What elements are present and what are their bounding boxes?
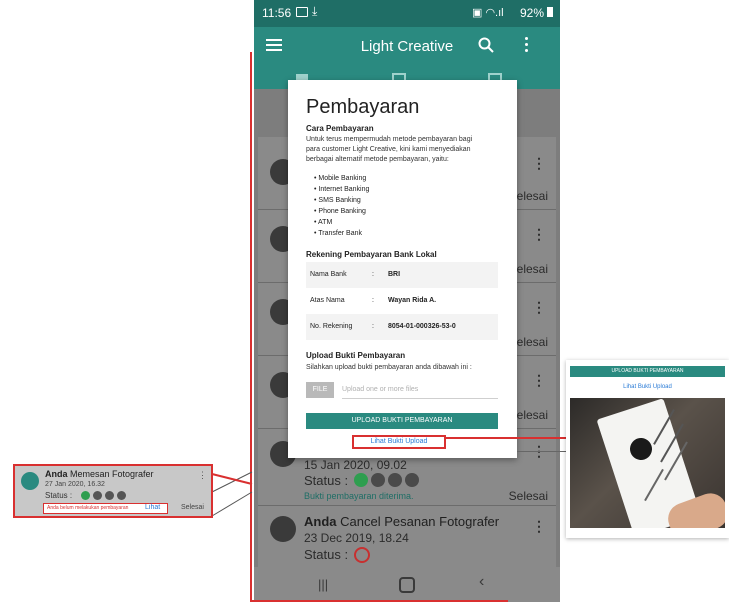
status-step-icon [93,491,102,500]
order-date: 15 Jan 2020, 09.02 [304,458,407,472]
app-title: Light Creative [360,38,454,55]
status-step-icon [371,473,385,487]
method-item: • Phone Banking [314,208,366,215]
recent-apps-icon[interactable]: ||| [318,577,328,592]
upload-button[interactable]: UPLOAD BUKTI PEMBAYARAN [306,413,498,429]
method-item: • Mobile Banking [314,175,367,182]
dialog-title: Pembayaran [306,96,420,118]
upload-button[interactable]: UPLOAD BUKTI PEMBAYARAN [570,366,725,377]
more-vert-icon[interactable]: ⋮ [532,372,546,389]
avatar [270,516,296,542]
system-nav-bar: ||| ‹ [254,567,560,602]
file-button[interactable]: FILE [306,382,334,398]
bank-row-label: No. Rekening [310,323,353,330]
method-item: • Internet Banking [314,186,370,193]
view-upload-link[interactable]: Lihat Bukti Upload [570,384,725,390]
order-actor: Anda [45,469,68,479]
cancel-status-icon [354,547,370,563]
highlight-line [250,600,508,602]
status-text: Selesai [508,489,548,503]
wifi-signal-icon: ▣ ◠.ıl [472,7,504,19]
zoomed-order-card: Anda Memesan Fotografer 27 Jan 2020, 16.… [13,464,213,518]
search-icon[interactable] [478,37,494,53]
bank-account-heading: Rekening Pembayaran Bank Lokal [306,250,437,259]
order-date: 27 Jan 2020, 16.32 [45,481,105,488]
bank-row: No. Rekening : 8054-01-000326-53-0 [306,314,498,340]
connector-lines [211,471,253,517]
more-vert-icon[interactable]: ⋮ [198,470,207,481]
intro-text: para customer Light Creative, kini kami … [306,146,471,153]
order-title: Anda Memesan Fotografer [45,469,154,479]
payment-warning: Anda belum melakukan pembayaran [47,505,129,511]
home-icon[interactable] [399,577,415,593]
bank-row: Nama Bank : BRI [306,262,498,288]
upload-heading: Upload Bukti Pembayaran [306,351,406,360]
back-icon[interactable]: ‹ [479,573,484,591]
more-vert-icon[interactable]: ⋮ [532,226,546,243]
highlight-line [446,437,566,439]
receipt-photo [570,398,725,528]
status-text: Selesai [181,504,204,511]
order-action: Memesan Fotografer [70,469,154,479]
bank-row-separator: : [372,323,374,330]
file-input[interactable]: Upload one or more files [342,386,498,399]
bank-row: Atas Nama : Wayan Rida A. [306,288,498,314]
avatar [21,472,39,490]
battery-level: 92% [520,6,545,20]
status-step-icon [354,473,368,487]
bank-row-label: Atas Nama [310,297,345,304]
view-link[interactable]: Lihat [145,504,160,511]
order-title: Anda Cancel Pesanan Fotografer [304,514,499,529]
status-step-icon [81,491,90,500]
method-item: • ATM [314,219,333,226]
gallery-notification-icon [296,7,308,17]
status-label: Status : [304,473,349,488]
connector-line [517,451,567,452]
order-date: 23 Dec 2019, 18.24 [304,531,409,545]
bank-row-separator: : [372,297,374,304]
more-vert-icon[interactable]: ⋮ [532,155,546,172]
method-item: • Transfer Bank [314,230,362,237]
status-time: 11:56 [262,6,292,20]
zoomed-upload-preview: UPLOAD BUKTI PEMBAYARAN Lihat Bukti Uplo… [566,360,729,538]
bank-row-label: Nama Bank [310,271,347,278]
intro-text: berbagai alternatif metode pembayaran, y… [306,156,449,163]
status-label: Status : [304,547,349,562]
list-item[interactable]: ⋮ Anda Cancel Pesanan Fotografer 23 Dec … [258,506,556,567]
status-label: Status : [45,491,73,500]
bank-row-separator: : [372,271,374,278]
order-action: Cancel Pesanan Fotografer [340,514,500,529]
bank-row-value: BRI [388,271,401,278]
payment-note: Bukti pembayaran diterima. [304,491,414,501]
status-step-icon [388,473,402,487]
order-actor: Anda [304,514,337,529]
battery-icon [547,7,553,17]
app-bar: Light Creative [254,27,560,67]
status-bar: 11:56 ⤓ ▣ ◠.ıl 92% [254,0,560,27]
more-vert-icon[interactable]: ⋮ [532,299,546,316]
bank-row-value: 8054-01-000326-53-0 [388,323,456,330]
method-item: • SMS Banking [314,197,361,204]
download-notification-icon: ⤓ [312,4,318,18]
status-step-icon [117,491,126,500]
payment-dialog: Pembayaran Cara Pembayaran Untuk terus m… [288,80,517,458]
bank-row-value: Wayan Rida A. [388,297,437,304]
intro-text: Untuk terus mempermudah metode pembayara… [306,136,473,143]
payment-warning-box: Anda belum melakukan pembayaran Lihat [43,503,168,514]
more-vert-icon[interactable] [525,37,528,40]
payment-method-heading: Cara Pembayaran [306,124,374,133]
upload-instruction: Silahkan upload bukti pembayaran anda di… [306,364,472,371]
status-step-icon [105,491,114,500]
view-upload-link[interactable]: Lihat Bukti Upload [352,438,446,445]
more-vert-icon[interactable]: ⋮ [532,518,546,535]
status-step-icon [405,473,419,487]
